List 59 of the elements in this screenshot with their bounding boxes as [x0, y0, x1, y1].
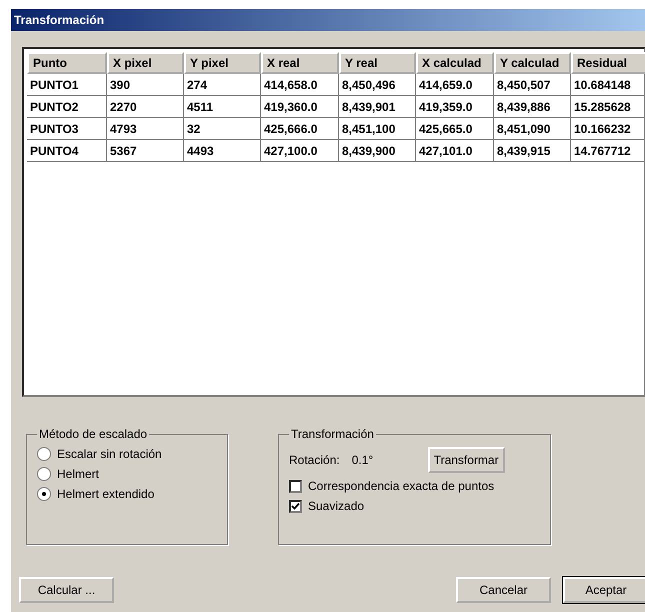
table-cell: 4793	[107, 118, 184, 140]
checkbox[interactable]	[289, 480, 302, 492]
group-title: Transformación	[290, 427, 375, 441]
table-cell: PUNTO1	[27, 74, 107, 96]
table-cell: 8,439,915	[494, 140, 571, 162]
table-cell: 274	[184, 74, 261, 96]
table-cell: 4511	[184, 96, 261, 118]
table-cell: 427,100.0	[261, 140, 339, 162]
column-header[interactable]: Residual	[571, 52, 645, 74]
transform-button[interactable]: Transformar	[428, 447, 505, 473]
radio-label: Escalar sin rotación	[57, 447, 162, 461]
table-cell: 414,658.0	[261, 74, 339, 96]
column-header[interactable]: Punto	[27, 52, 107, 74]
table-cell: 414,659.0	[416, 74, 494, 96]
dialog-button[interactable]: Calcular ...	[19, 577, 114, 603]
column-header[interactable]: X calculad	[416, 52, 494, 74]
table-cell: 8,450,496	[339, 74, 416, 96]
table-cell: PUNTO3	[27, 118, 107, 140]
checkbox-label: Suavizado	[308, 499, 364, 513]
radio-label: Helmert	[57, 467, 100, 481]
table-cell: 427,101.0	[416, 140, 494, 162]
table-cell: 425,666.0	[261, 118, 339, 140]
rotation-value: 0.1°	[352, 453, 374, 467]
table-cell: PUNTO4	[27, 140, 107, 162]
table-cell: 5367	[107, 140, 184, 162]
table-cell: 10.166232	[571, 118, 645, 140]
table-cell: 8,451,100	[339, 118, 416, 140]
group-title: Método de escalado	[38, 427, 148, 441]
column-header[interactable]: Y real	[339, 52, 416, 74]
default-button[interactable]: Aceptar	[563, 577, 645, 603]
table-cell: 4493	[184, 140, 261, 162]
rotation-label: Rotación:	[289, 453, 340, 467]
radio-label: Helmert extendido	[57, 487, 154, 501]
table-cell: 2270	[107, 96, 184, 118]
table-cell: 15.285628	[571, 96, 645, 118]
radio-button[interactable]	[37, 467, 51, 481]
radio-button[interactable]	[37, 447, 51, 461]
table-cell: 425,665.0	[416, 118, 494, 140]
table-cell: 10.684148	[571, 74, 645, 96]
column-header[interactable]: Y calculad	[494, 52, 571, 74]
table-cell: 32	[184, 118, 261, 140]
window-title: Transformación	[11, 9, 645, 31]
checkbox-label: Correspondencia exacta de puntos	[308, 479, 494, 493]
table-cell: 14.767712	[571, 140, 645, 162]
column-header[interactable]: X pixel	[107, 52, 184, 74]
table-cell: 8,439,886	[494, 96, 571, 118]
table-cell: 390	[107, 74, 184, 96]
table-cell: 419,360.0	[261, 96, 339, 118]
table-cell: 8,439,900	[339, 140, 416, 162]
column-header[interactable]: X real	[261, 52, 339, 74]
table-cell: 8,450,507	[494, 74, 571, 96]
table-cell: 419,359.0	[416, 96, 494, 118]
checkbox[interactable]	[289, 500, 302, 512]
radio-button[interactable]	[37, 487, 51, 501]
table-cell: 8,439,901	[339, 96, 416, 118]
table-cell: PUNTO2	[27, 96, 107, 118]
table-cell: 8,451,090	[494, 118, 571, 140]
column-header[interactable]: Y pixel	[184, 52, 261, 74]
dialog-button[interactable]: Cancelar	[456, 577, 551, 603]
